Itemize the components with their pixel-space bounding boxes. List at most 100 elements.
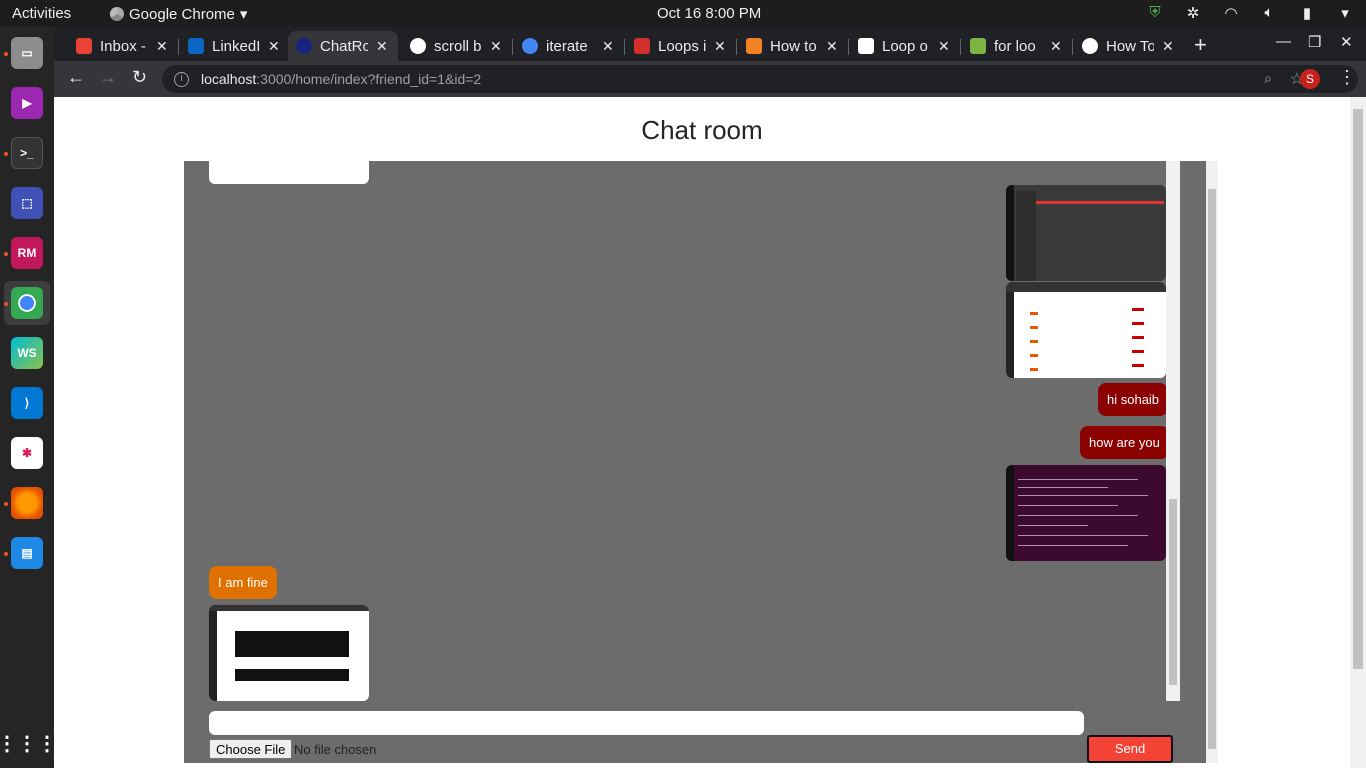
- system-top-bar: Activities Google Chrome ▾ Oct 16 8:00 P…: [0, 0, 1366, 27]
- close-window-icon[interactable]: ✕: [1340, 33, 1353, 51]
- zoom-icon[interactable]: ⌕: [1264, 70, 1272, 87]
- battery-icon[interactable]: ▮: [1298, 4, 1316, 22]
- close-tab-icon[interactable]: ✕: [490, 38, 502, 55]
- webstorm-icon[interactable]: WS: [11, 337, 43, 369]
- tab-linkedin[interactable]: LinkedI ✕: [180, 31, 288, 61]
- screenshot-icon[interactable]: ⬚: [11, 187, 43, 219]
- page-scrollbar[interactable]: [1350, 97, 1366, 768]
- image-message[interactable]: [1006, 282, 1166, 378]
- close-tab-icon[interactable]: ✕: [826, 38, 838, 55]
- minimize-icon[interactable]: —: [1276, 33, 1291, 50]
- tab-title: iterate: [546, 37, 588, 55]
- menu-kebab-icon[interactable]: ⋮: [1338, 67, 1356, 88]
- url-path: :3000/home/index?friend_id=1&id=2: [256, 71, 482, 87]
- site-info-icon[interactable]: i: [174, 71, 189, 87]
- site-favicon-icon: [858, 38, 874, 54]
- close-tab-icon[interactable]: ✕: [1162, 38, 1174, 55]
- caret-down-icon: ▾: [239, 6, 248, 23]
- message-bubble-sent: hi sohaib: [1098, 383, 1169, 416]
- new-tab-button[interactable]: +: [1194, 32, 1207, 58]
- tab-loops[interactable]: Loops i ✕: [626, 31, 736, 61]
- tab-github[interactable]: scroll b ✕: [402, 31, 512, 61]
- file-status: No file chosen: [294, 742, 377, 757]
- close-tab-icon[interactable]: ✕: [714, 38, 726, 55]
- tab-chatroom[interactable]: ChatRo ✕: [288, 31, 398, 61]
- shield-icon[interactable]: ⛨: [1146, 4, 1164, 22]
- image-message[interactable]: [1006, 465, 1166, 561]
- url-host: localhost: [201, 71, 257, 87]
- tab-title: Loops i: [658, 37, 706, 55]
- chat-container: hi sohaib how are you I am fine Choose F…: [184, 161, 1218, 763]
- linkedin-icon: [188, 38, 204, 54]
- message-bubble-sent: how are you: [1080, 426, 1169, 459]
- running-indicator: [4, 302, 8, 306]
- message-input[interactable]: [209, 711, 1084, 735]
- running-indicator: [4, 52, 8, 56]
- back-icon[interactable]: ←: [67, 67, 85, 88]
- vscode-icon[interactable]: ⟩: [11, 387, 43, 419]
- volume-icon[interactable]: 🔈︎: [1260, 4, 1278, 22]
- scrollbar-thumb[interactable]: [1353, 109, 1363, 669]
- close-tab-icon[interactable]: ✕: [602, 38, 614, 55]
- tab-for-loop[interactable]: for loo ✕: [962, 31, 1072, 61]
- chrome-toolbar: ← → ↻ i localhost :3000/home/index?frien…: [54, 61, 1366, 97]
- close-tab-icon[interactable]: ✕: [938, 38, 950, 55]
- gmail-icon: [76, 38, 92, 54]
- rubymine-icon[interactable]: RM: [11, 237, 43, 269]
- tab-stackoverflow[interactable]: How to ✕: [738, 31, 848, 61]
- close-tab-icon[interactable]: ✕: [376, 38, 388, 55]
- chrome-icon[interactable]: [11, 287, 43, 319]
- tab-medium[interactable]: How To ✕: [1074, 31, 1186, 61]
- close-tab-icon[interactable]: ✕: [1050, 38, 1062, 55]
- activities-button[interactable]: Activities: [12, 5, 71, 22]
- libreoffice-writer-icon[interactable]: ▤: [11, 537, 43, 569]
- files-icon[interactable]: ▭: [11, 37, 43, 69]
- message-list-scrollbar[interactable]: [1166, 161, 1180, 701]
- page-content: Chat room hi sohaib how are you I am fin…: [54, 97, 1350, 768]
- send-button[interactable]: Send: [1087, 735, 1173, 763]
- image-message[interactable]: [209, 161, 369, 184]
- chat-container-scrollbar[interactable]: [1206, 161, 1218, 763]
- tab-gmail[interactable]: Inbox - ✕: [68, 31, 180, 61]
- info-favicon-icon: [296, 38, 312, 54]
- scrollbar-thumb[interactable]: [1169, 499, 1177, 685]
- firefox-icon[interactable]: [11, 487, 43, 519]
- forward-icon[interactable]: →: [99, 67, 117, 88]
- tab-loop[interactable]: Loop o ✕: [850, 31, 960, 61]
- page-title: Chat room: [641, 115, 763, 145]
- system-tray[interactable]: ⛨ ✲ ◠ 🔈︎ ▮ ▾: [1146, 4, 1354, 22]
- wifi-icon[interactable]: ◠: [1222, 4, 1240, 22]
- slack-tray-icon[interactable]: ✲: [1184, 4, 1202, 22]
- chevron-down-icon[interactable]: ▾: [1336, 4, 1354, 22]
- message-bubble-received: I am fine: [209, 566, 277, 599]
- address-bar[interactable]: i localhost :3000/home/index?friend_id=1…: [162, 65, 1358, 93]
- tab-title: ChatRo: [320, 37, 368, 55]
- tab-title: Inbox -: [100, 37, 146, 55]
- show-apps-icon[interactable]: ⋮⋮⋮: [0, 727, 57, 759]
- profile-avatar[interactable]: S: [1300, 69, 1320, 89]
- tab-title: scroll b: [434, 37, 482, 55]
- running-indicator: [4, 502, 8, 506]
- app-menu-label: Google Chrome: [129, 5, 235, 23]
- close-tab-icon[interactable]: ✕: [268, 38, 280, 55]
- message-list[interactable]: hi sohaib how are you I am fine: [184, 161, 1180, 701]
- clock[interactable]: Oct 16 8:00 PM: [657, 5, 761, 22]
- maximize-icon[interactable]: ❐: [1308, 33, 1321, 51]
- stackoverflow-icon: [746, 38, 762, 54]
- close-tab-icon[interactable]: ✕: [156, 38, 168, 55]
- image-message[interactable]: [209, 605, 369, 701]
- tab-title: How To: [1106, 37, 1154, 55]
- slack-icon[interactable]: ✱: [11, 437, 43, 469]
- app-menu[interactable]: Google Chrome ▾: [110, 5, 247, 23]
- tab-google[interactable]: iterate ✕: [514, 31, 624, 61]
- github-icon: [410, 38, 426, 54]
- reload-icon[interactable]: ↻: [132, 67, 147, 88]
- image-message[interactable]: [1006, 185, 1166, 281]
- dock: ▭ ▶ >_ ⬚ RM WS ⟩ ✱ ▤ ⋮⋮⋮: [0, 27, 57, 768]
- video-player-icon[interactable]: ▶: [11, 87, 43, 119]
- medium-icon: [1082, 38, 1098, 54]
- scrollbar-thumb[interactable]: [1208, 189, 1216, 749]
- choose-file-button[interactable]: Choose File: [209, 739, 293, 759]
- terminal-icon[interactable]: >_: [11, 137, 43, 169]
- tab-title: LinkedI: [212, 37, 260, 55]
